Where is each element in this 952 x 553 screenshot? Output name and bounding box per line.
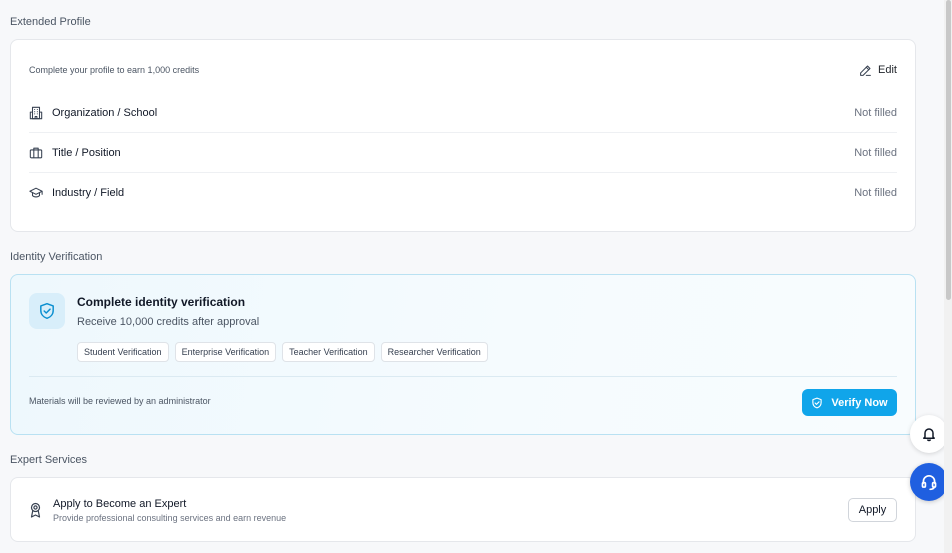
- profile-settings-page: Extended Profile Complete your profile t…: [0, 0, 952, 553]
- identity-verification-card: Complete identity verification Receive 1…: [10, 274, 916, 435]
- identity-verification-heading: Identity Verification: [10, 251, 103, 263]
- shield-check-icon: [811, 397, 823, 409]
- verify-now-label: Verify Now: [831, 396, 888, 409]
- tag-teacher-verification[interactable]: Teacher Verification: [282, 342, 375, 362]
- expert-services-heading: Expert Services: [10, 454, 88, 466]
- scrollbar-thumb[interactable]: [946, 0, 951, 300]
- profile-field-organization[interactable]: Organization / School Not filled: [29, 93, 897, 133]
- verify-now-button[interactable]: Verify Now: [802, 389, 897, 416]
- bell-icon: [921, 426, 937, 442]
- profile-field-industry[interactable]: Industry / Field Not filled: [29, 173, 897, 213]
- extended-profile-heading: Extended Profile: [10, 16, 91, 28]
- profile-credits-hint: Complete your profile to earn 1,000 cred…: [29, 65, 200, 75]
- field-label: Organization / School: [52, 106, 158, 119]
- tag-student-verification[interactable]: Student Verification: [77, 342, 169, 362]
- shield-check-icon: [29, 293, 65, 329]
- headset-icon: [920, 473, 938, 491]
- extended-profile-card: Complete your profile to earn 1,000 cred…: [10, 39, 916, 232]
- briefcase-icon: [29, 146, 43, 160]
- field-status: Not filled: [854, 187, 897, 199]
- tag-researcher-verification[interactable]: Researcher Verification: [380, 342, 488, 362]
- identity-title: Complete identity verification: [77, 295, 246, 309]
- divider: [29, 376, 897, 377]
- field-label: Industry / Field: [52, 187, 125, 199]
- field-status: Not filled: [854, 146, 897, 159]
- review-note: Materials will be reviewed by an adminis…: [29, 396, 211, 406]
- expert-subtitle: Provide professional consulting services…: [53, 513, 287, 523]
- award-badge-icon: [29, 502, 42, 518]
- expert-services-card: Apply to Become an Expert Provide profes…: [10, 477, 916, 542]
- customer-support-button[interactable]: [910, 463, 948, 501]
- expert-title: Apply to Become an Expert: [53, 498, 187, 510]
- pencil-icon: [859, 64, 872, 77]
- edit-label: Edit: [878, 64, 897, 76]
- edit-profile-button[interactable]: Edit: [859, 64, 897, 77]
- profile-field-title[interactable]: Title / Position Not filled: [29, 133, 897, 173]
- verification-type-tags: Student Verification Enterprise Verifica…: [77, 342, 488, 362]
- profile-card-header: Complete your profile to earn 1,000 cred…: [29, 62, 897, 78]
- identity-subtitle: Receive 10,000 credits after approval: [77, 316, 260, 328]
- notification-button[interactable]: [910, 415, 948, 453]
- field-status: Not filled: [854, 106, 897, 119]
- apply-button[interactable]: Apply: [848, 498, 897, 522]
- tag-enterprise-verification[interactable]: Enterprise Verification: [174, 342, 277, 362]
- building-icon: [29, 106, 43, 120]
- graduation-cap-icon: [29, 186, 43, 200]
- field-label: Title / Position: [52, 146, 121, 159]
